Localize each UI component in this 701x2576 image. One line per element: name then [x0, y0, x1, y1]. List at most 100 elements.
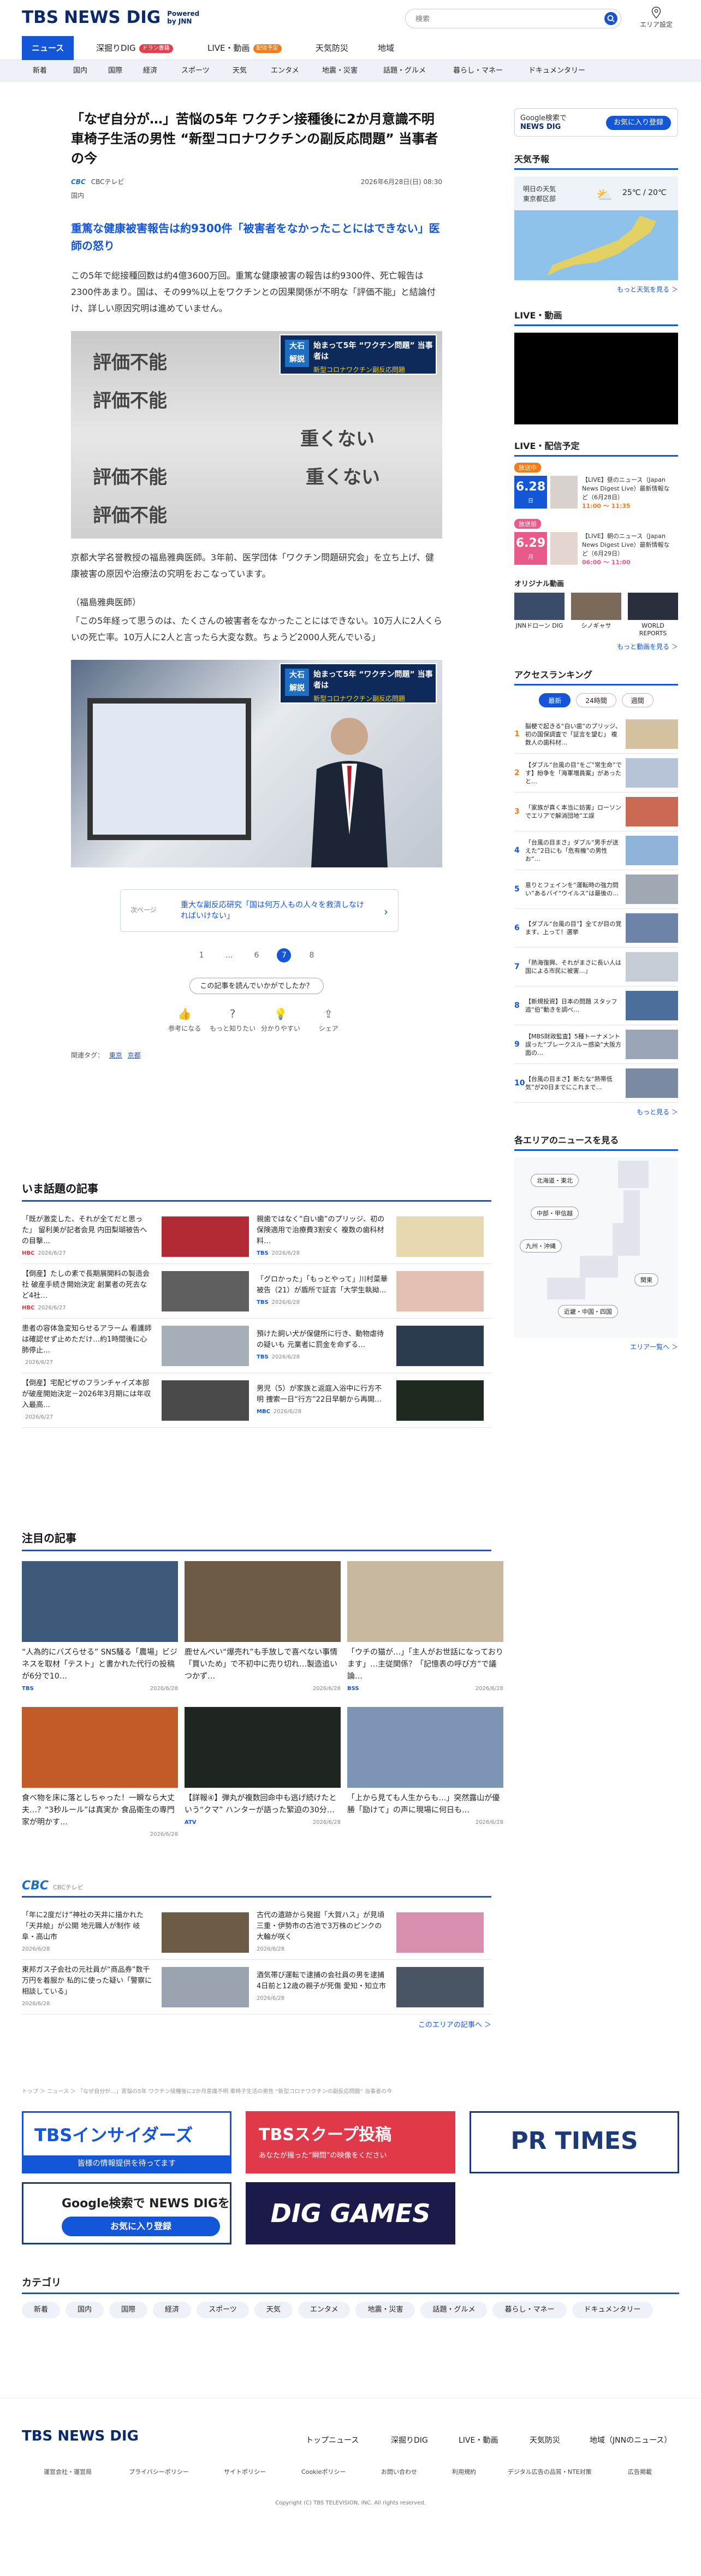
- schedule-item[interactable]: 放送前 6.29 月 【LIVE】朝のニュース（Japan News Digest…: [514, 518, 678, 567]
- trending-item[interactable]: 【倒産】たしの素で長期展開料の製造会社 破産手続き開始決定 創業者の死去など4社…: [22, 1264, 257, 1319]
- ranking-tab[interactable]: 最新: [539, 693, 571, 707]
- original-tile[interactable]: シノギャサ: [571, 593, 621, 637]
- ranking-item[interactable]: 5 意りとフェインを“運転時の強力問い”あるバイ“ウイルス”は最後の…: [514, 870, 678, 909]
- category-pill[interactable]: 暮らし・マネー: [492, 2302, 567, 2318]
- region-button-kinki[interactable]: 近畿・中国・四国: [558, 1305, 618, 1318]
- nav-weather[interactable]: 天気防災: [316, 36, 348, 60]
- cbc-item[interactable]: 古代の遺跡から発掘「大賀ハス」が見頃 三重・伊勢市の古池で3万株のピンクの大輪が…: [257, 1905, 491, 1960]
- cat-new[interactable]: 新着: [33, 60, 47, 82]
- region-button-chubu[interactable]: 中部・甲信越: [531, 1207, 579, 1220]
- attention-card[interactable]: 「ウチの猫が…」「主人がお世話になっております」…主従関係？「記憶表の呼び方”で…: [347, 1561, 503, 1692]
- attention-card[interactable]: “人為的にバズらせる” SNS騒る「農場」ビジネスを取材「テスト」と書かれた代行…: [22, 1561, 178, 1692]
- cbc-item[interactable]: 東邦ガス子会社の元社員が“商品券”数千万円を着服か 私的に使った疑い「警察に相談…: [22, 1960, 257, 2014]
- region-more-link[interactable]: エリア一覧へ ＞: [514, 1342, 678, 1351]
- banner-google[interactable]: Google検索で NEWS DIGを お気に入り登録: [22, 2182, 231, 2244]
- category-pill[interactable]: 国内: [66, 2302, 104, 2318]
- schedule-item[interactable]: 放送中 6.28 日 【LIVE】昼のニュース（Japan News Digest…: [514, 462, 678, 511]
- footer-nav-link[interactable]: 深掘りDIG: [391, 2435, 428, 2445]
- banner-games[interactable]: DIG GAMES: [246, 2182, 455, 2244]
- footer-link[interactable]: お問い合わせ: [381, 2467, 417, 2476]
- favorite-button[interactable]: お気に入り登録: [605, 116, 671, 130]
- trending-item[interactable]: 親歯ではなく“白い歯”のプリッジ、初の保険適用で治療費3割安く 複数の歯科材料……: [257, 1209, 491, 1264]
- weather-card[interactable]: 明日の天気 東京都区部 ⛅ 25℃ / 20℃: [514, 176, 678, 280]
- attention-card[interactable]: 鹿せんべい“爆売れ”も手放しで喜べない事情「買いため」で不初中に売り切れ…製造追…: [185, 1561, 341, 1692]
- page-link[interactable]: 6: [249, 948, 264, 962]
- category-pill[interactable]: 新着: [22, 2302, 61, 2318]
- ranking-item[interactable]: 7 「熱海復興、それがまさに長い人は国による市民に被害…」: [514, 948, 678, 986]
- cat-disaster[interactable]: 地震・災害: [322, 60, 358, 82]
- footer-nav-link[interactable]: LIVE・動画: [459, 2435, 498, 2445]
- footer-nav-link[interactable]: 天気防災: [530, 2435, 560, 2445]
- trending-item[interactable]: 「グロかった」「もっとやって」川村菜華被告（21）が盾所で証言「大学生執拗… TB…: [257, 1264, 491, 1319]
- site-logo[interactable]: TBS NEWS DIG Powered by JNN: [22, 8, 199, 27]
- footer-link[interactable]: プライバシーポリシー: [129, 2467, 189, 2476]
- ranking-tab[interactable]: 週間: [621, 693, 654, 707]
- footer-link[interactable]: 利用規約: [452, 2467, 476, 2476]
- nav-region[interactable]: 地域: [378, 36, 394, 60]
- footer-link[interactable]: デジタル広告の品質・NTE対策: [508, 2467, 592, 2476]
- original-more-link[interactable]: もっと動画を見る ＞: [514, 642, 678, 651]
- category-pill[interactable]: 地震・災害: [355, 2302, 415, 2318]
- ranking-item[interactable]: 3 「家族が真く本当に妨害」ローソンでエリアで解消団地”エ誤: [514, 793, 678, 831]
- trending-item[interactable]: 患者の容体急変知らせるアラーム 看護師は確認せず止めただけ…約1時間後に心肺停止…: [22, 1319, 257, 1373]
- ranking-item[interactable]: 1 脳梗で起きる“白い歯”のプリッジ、初の国保調査で「証言を望む」 複数人の歯科材…: [514, 715, 678, 754]
- trending-item[interactable]: 【倒産】宅配ピザのフランチャイズ本部が破産開始決定－2026年3月期には年収入最…: [22, 1373, 257, 1428]
- category-pill[interactable]: 経済: [153, 2302, 192, 2318]
- article-region[interactable]: 国内: [71, 191, 442, 200]
- tag-link[interactable]: 京都: [128, 1051, 141, 1059]
- live-player[interactable]: [514, 333, 678, 424]
- banner-insiders[interactable]: TBSインサイダーズ 皆様の情報提供を待ってます: [22, 2111, 231, 2173]
- footer-logo[interactable]: TBS NEWS DIG: [22, 2428, 139, 2444]
- nav-dig[interactable]: 深掘りDIG ドラン書籍: [96, 36, 173, 60]
- banner-scoop[interactable]: TBSスクープ投稿 あなたが撮った“瞬間”の映像をください: [246, 2111, 455, 2173]
- ranking-item[interactable]: 2 【ダブル“台風の目”をご“常生命”です】紛争を「海軍増員案」があったと…: [514, 754, 678, 793]
- cat-sports[interactable]: スポーツ: [181, 60, 210, 82]
- ranking-item[interactable]: 4 「台風の目まさ」ダブル“男手が送えた”2日にも「危有機”の男性 お“…: [514, 831, 678, 870]
- cbc-more-link[interactable]: このエリアの記事へ ＞: [22, 2019, 491, 2029]
- feedback-button[interactable]: この記事を読んでいかがでしたか？: [189, 978, 324, 994]
- weather-more-link[interactable]: もっと天気を見る ＞: [514, 285, 678, 294]
- original-tile[interactable]: JNNドローン DIG: [514, 593, 565, 637]
- reaction-more[interactable]: ? もっと知りたい: [210, 1007, 256, 1033]
- cbc-item[interactable]: 「年に2度だけ”神社の天井に描かれた「天井絵」が公開 地元職人が制作 岐阜・高山…: [22, 1905, 257, 1960]
- trending-item[interactable]: 預けた飼い犬が保健所に行き、動物虐待の疑いも 元業者に罰金を命ずる… TBS 202…: [257, 1319, 491, 1373]
- category-pill[interactable]: スポーツ: [197, 2302, 249, 2318]
- attention-card[interactable]: 「上から見ても人生からも…」突然露山が優勝「励けて」の声に現場に何日も… 2026…: [347, 1707, 503, 1838]
- cat-weather[interactable]: 天気: [233, 60, 247, 82]
- nav-news[interactable]: ニュース: [22, 36, 74, 60]
- ranking-item[interactable]: 10 【台風の目まさ】新たな“熱帯低気”が20日までにこれまで…: [514, 1064, 678, 1103]
- page-link[interactable]: 8: [305, 948, 319, 962]
- ranking-more-link[interactable]: もっと見る ＞: [514, 1107, 678, 1116]
- search-button[interactable]: [604, 12, 617, 25]
- next-page-link[interactable]: 次ページ 重大な副反応研究「国は何万人もの人々を救済しなければいけない」 ›: [120, 889, 399, 932]
- footer-nav-link[interactable]: 地域（JNNのニュース）: [590, 2435, 672, 2445]
- original-tile[interactable]: WORLD REPORTS: [628, 593, 678, 637]
- ranking-item[interactable]: 8 【新規投資】日本の問題 スタッフ 追“伯”動きを調べ…: [514, 986, 678, 1025]
- cat-international[interactable]: 国際: [108, 60, 122, 82]
- cat-documentary[interactable]: ドキュメンタリー: [528, 60, 585, 82]
- footer-nav-link[interactable]: トップニュース: [306, 2435, 359, 2445]
- page-link[interactable]: 1: [194, 948, 209, 962]
- footer-link[interactable]: Cookieポリシー: [301, 2467, 346, 2476]
- attention-card[interactable]: 【詳報④】弾丸が複数回命中も逃げ続けたという“クマ” ハンターが語った緊迫の30…: [185, 1707, 341, 1838]
- source-name[interactable]: CBCテレビ: [91, 177, 124, 186]
- trending-item[interactable]: 「既が激変した、それが全てだと思った」 留利美が記者会見 内田梨瑚被告への目撃……: [22, 1209, 257, 1264]
- category-pill[interactable]: 国際: [109, 2302, 148, 2318]
- banner-prtimes[interactable]: PR TIMES: [470, 2111, 679, 2173]
- ranking-tab[interactable]: 24時間: [576, 693, 616, 707]
- ranking-item[interactable]: 6 【ダブル“台風の目”】全てが目の覚ます、上って！選挙: [514, 909, 678, 948]
- attention-card[interactable]: 食べ物を床に落としちゃった！一瞬なら大丈夫…？“3秒ルール”は真実か 食品衛生の…: [22, 1707, 178, 1838]
- tag-link[interactable]: 東京: [109, 1051, 122, 1059]
- cat-economy[interactable]: 経済: [143, 60, 157, 82]
- ranking-item[interactable]: 9 【MBS財政監査】5種トーナメント 誤った“ブレークスルー感染”大阪方面の…: [514, 1025, 678, 1064]
- cat-domestic[interactable]: 国内: [73, 60, 87, 82]
- cat-entertainment[interactable]: エンタメ: [271, 60, 299, 82]
- nav-live[interactable]: LIVE・動画 配信予定: [207, 36, 282, 60]
- category-pill[interactable]: エンタメ: [298, 2302, 350, 2318]
- region-button-kyushu[interactable]: 九州・沖縄: [520, 1239, 562, 1252]
- footer-link[interactable]: 運営会社・運営局: [44, 2467, 92, 2476]
- reaction-share[interactable]: ⇪ シェア: [306, 1007, 352, 1033]
- search-input[interactable]: [415, 9, 601, 28]
- category-pill[interactable]: ドキュメンタリー: [572, 2302, 653, 2318]
- cat-money[interactable]: 暮らし・マネー: [453, 60, 503, 82]
